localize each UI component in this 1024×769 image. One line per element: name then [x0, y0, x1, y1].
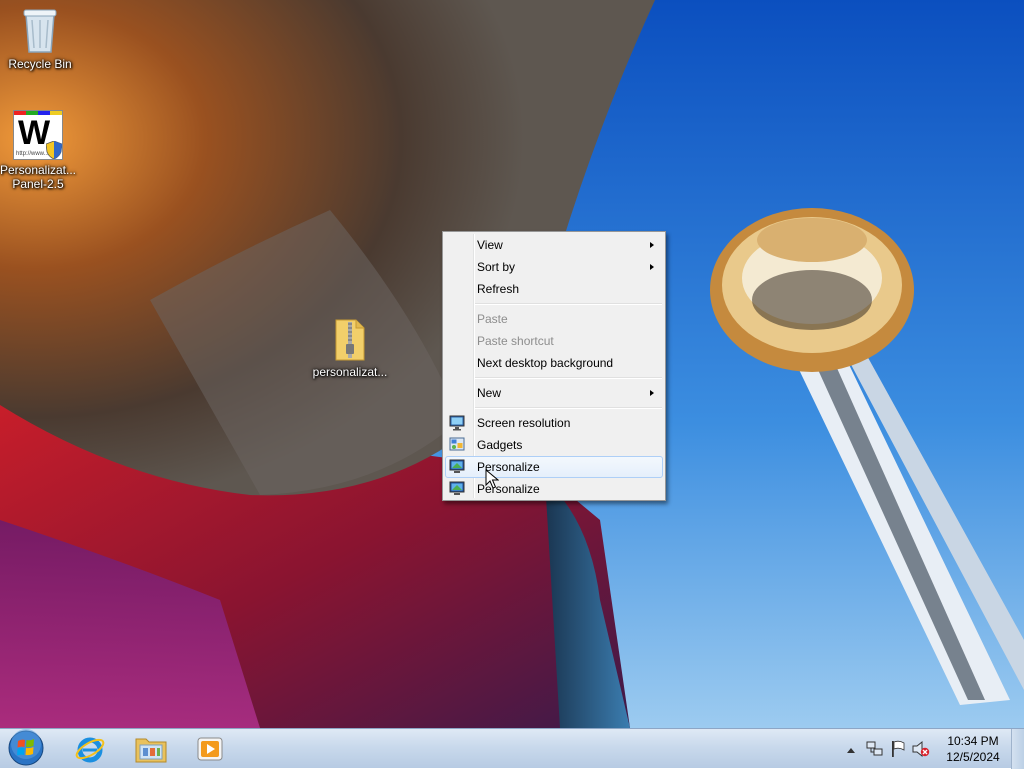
- personalization-panel-icon: W http://www...: [13, 110, 63, 160]
- internet-explorer-button[interactable]: [62, 731, 118, 767]
- windows-explorer-button[interactable]: [122, 731, 178, 767]
- menu-item-label: Paste shortcut: [477, 334, 554, 348]
- menu-item-next-desktop-background[interactable]: Next desktop background: [445, 352, 663, 374]
- system-clock[interactable]: 10:34 PM 12/5/2024: [934, 733, 1012, 765]
- internet-explorer-icon: [75, 737, 105, 763]
- clock-time: 10:34 PM: [947, 734, 999, 748]
- menu-item-label: New: [477, 386, 502, 400]
- menu-item-gadgets[interactable]: Gadgets: [445, 434, 663, 456]
- start-button[interactable]: [2, 729, 50, 767]
- personalization-zip-label: personalizat...: [312, 365, 388, 379]
- menu-item-label: Paste: [477, 312, 508, 326]
- menu-item-personalize-highlighted[interactable]: Personalize: [445, 456, 663, 478]
- recycle-bin-icon: [23, 9, 57, 53]
- menu-item-new[interactable]: New: [445, 382, 663, 404]
- menu-separator: [475, 407, 662, 409]
- action-center-flag-icon[interactable]: [890, 740, 906, 758]
- monitor-icon: [449, 415, 465, 431]
- personalize-icon: [449, 481, 465, 495]
- folder-library-icon: [135, 738, 167, 763]
- clock-date: 12/5/2024: [946, 750, 1000, 764]
- notification-area: [840, 729, 932, 769]
- menu-item-label: Screen resolution: [477, 416, 571, 430]
- menu-separator: [475, 303, 662, 305]
- submenu-arrow-icon: [650, 242, 654, 248]
- desktop-context-menu: View Sort by Refresh Paste Paste shortcu…: [442, 231, 666, 501]
- volume-muted-icon[interactable]: [912, 740, 930, 758]
- url-caption: http://www...: [16, 151, 49, 157]
- menu-item-label: Next desktop background: [477, 356, 614, 370]
- show-desktop-button[interactable]: [1011, 729, 1024, 769]
- taskbar: 10:34 PM 12/5/2024: [0, 728, 1024, 769]
- shield-icon: [46, 141, 62, 159]
- personalization-panel-label: Personalizat... Panel-2.5: [0, 163, 77, 191]
- desktop-icon-personalization-zip[interactable]: personalizat...: [310, 318, 390, 379]
- mouse-cursor-icon: [485, 469, 499, 489]
- windows-logo-icon: [8, 729, 44, 766]
- menu-item-refresh[interactable]: Refresh: [445, 278, 663, 300]
- desktop-icon-recycle-bin[interactable]: Recycle Bin: [0, 6, 80, 71]
- menu-item-paste-shortcut: Paste shortcut: [445, 330, 663, 352]
- gadgets-icon: [449, 437, 465, 451]
- show-hidden-icons-arrow[interactable]: [846, 746, 856, 754]
- menu-item-personalize[interactable]: Personalize: [445, 478, 663, 500]
- menu-item-label: Sort by: [477, 260, 516, 274]
- media-player-icon: [197, 737, 223, 761]
- zip-folder-icon: [335, 319, 365, 361]
- recycle-bin-label: Recycle Bin: [8, 57, 72, 71]
- menu-separator: [475, 377, 662, 379]
- submenu-arrow-icon: [650, 390, 654, 396]
- desktop-icon-personalization-panel[interactable]: W http://www... Personalizat... Panel-2.…: [0, 110, 78, 191]
- menu-item-screen-resolution[interactable]: Screen resolution: [445, 412, 663, 434]
- menu-item-label: View: [477, 238, 503, 252]
- menu-item-label: Refresh: [477, 282, 520, 296]
- network-icon[interactable]: [866, 740, 884, 758]
- menu-item-sort-by[interactable]: Sort by: [445, 256, 663, 278]
- menu-item-view[interactable]: View: [445, 234, 663, 256]
- menu-item-paste: Paste: [445, 308, 663, 330]
- menu-item-label: Gadgets: [477, 438, 523, 452]
- personalize-icon: [449, 459, 465, 473]
- submenu-arrow-icon: [650, 264, 654, 270]
- media-player-button[interactable]: [182, 731, 238, 767]
